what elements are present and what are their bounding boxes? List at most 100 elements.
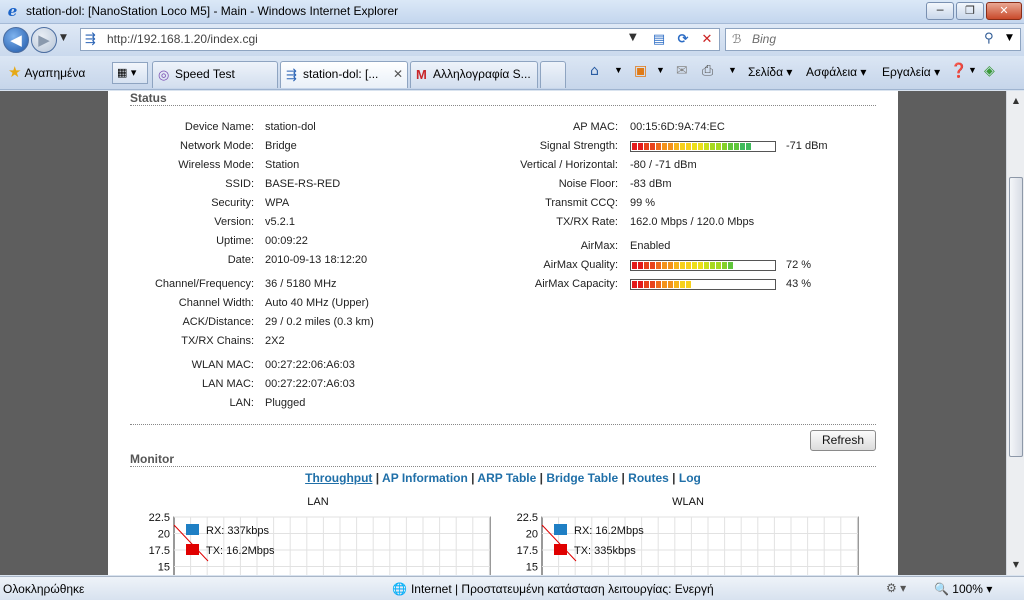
meter-segment (704, 143, 709, 150)
status-label: Network Mode: (180, 140, 254, 152)
print-icon[interactable]: ⎙ (702, 63, 713, 79)
feeds-icon[interactable]: ▣ (634, 63, 647, 79)
status-value: Station (265, 159, 300, 171)
legend-label: TX: 335kbps (574, 545, 636, 557)
status-value: BASE-RS-RED (265, 178, 341, 190)
scroll-down-icon[interactable]: ▼ (1008, 557, 1024, 573)
monitor-link-throughput[interactable]: Throughput (305, 471, 372, 485)
wlan-chart-title: WLAN (672, 496, 704, 508)
status-label: AirMax: (580, 240, 618, 252)
search-provider-icon: ℬ (732, 32, 742, 46)
status-value: Bridge (265, 140, 297, 152)
help-icon[interactable]: ❓ (950, 63, 967, 79)
protected-mode-icon[interactable]: ⚙ ▾ (886, 581, 906, 595)
status-value: -83 dBm (630, 178, 672, 190)
search-icon[interactable]: ⚲ (984, 31, 994, 46)
meter-segment (668, 281, 673, 288)
refresh-button[interactable]: Refresh (810, 430, 876, 451)
search-box[interactable]: ℬ Bing ⚲ ▼ (725, 28, 1021, 51)
meter-segment (746, 143, 751, 150)
status-value: 2010-09-13 18:12:20 (265, 254, 368, 266)
home-dropdown-icon[interactable]: ▼ (614, 65, 623, 75)
status-label: WLAN MAC: (191, 359, 254, 371)
tab-speed-test[interactable]: ◎ Speed Test (152, 61, 278, 88)
maximize-button[interactable]: ❐ (956, 2, 984, 20)
compatibility-view-icon[interactable]: ▤ (649, 32, 669, 48)
status-label: Security: (211, 197, 254, 209)
address-url[interactable]: http://192.168.1.20/index.cgi (107, 32, 258, 46)
zoom-control[interactable]: 🔍 100% ▾ (934, 582, 992, 596)
scroll-up-icon[interactable]: ▲ (1008, 93, 1024, 109)
forward-button[interactable]: ▶ (31, 27, 57, 53)
minimize-button[interactable]: ─ (926, 2, 954, 20)
research-icon[interactable]: ◈ (984, 63, 995, 79)
monitor-link-ap-information[interactable]: AP Information (382, 471, 468, 485)
meter-segment (668, 262, 673, 269)
close-button[interactable]: ✕ (986, 2, 1022, 20)
refresh-icon[interactable]: ⟳ (673, 32, 693, 48)
page-menu-label: Σελίδα (748, 65, 784, 79)
meter-segment (674, 281, 679, 288)
page-menu[interactable]: Σελίδα ▾ (748, 65, 792, 79)
back-button[interactable]: ◀ (3, 27, 29, 53)
security-zone[interactable]: 🌐 Internet | Προστατευμένη κατάσταση λειτ… (392, 582, 714, 596)
legend-swatch (554, 544, 567, 555)
stop-icon[interactable]: ✕ (697, 32, 717, 48)
page-icon: ⇶ (85, 32, 96, 47)
meter-segment (674, 143, 679, 150)
print-dropdown-icon[interactable]: ▼ (728, 65, 737, 75)
zoom-level: 100% (952, 582, 983, 596)
status-value: 00:09:22 (265, 235, 308, 247)
favorites-button[interactable]: ★ Αγαπημένα (4, 62, 89, 84)
status-value: 99 % (630, 197, 656, 209)
meter-segment (662, 143, 667, 150)
vertical-scrollbar[interactable]: ▲ ▼ (1006, 91, 1024, 575)
meter-segment (716, 262, 721, 269)
search-input[interactable]: Bing (752, 32, 776, 46)
monitor-link-bridge-table[interactable]: Bridge Table (546, 471, 618, 485)
new-tab-button[interactable] (540, 61, 566, 88)
monitor-link-arp-table[interactable]: ARP Table (477, 471, 536, 485)
meter-segment (674, 262, 679, 269)
address-bar[interactable]: ⇶ http://192.168.1.20/index.cgi ▼ ▤ ⟳ ✕ (80, 28, 720, 51)
speedtest-favicon-icon: ◎ (158, 67, 170, 82)
tools-menu[interactable]: Εργαλεία ▾ (882, 65, 940, 79)
address-dropdown-icon[interactable]: ▼ (629, 32, 637, 43)
status-value: WPA (265, 197, 290, 209)
status-label: Noise Floor: (558, 178, 618, 190)
monitor-link-routes[interactable]: Routes (628, 471, 669, 485)
title-bar: e station-dol: [NanoStation Loco M5] - M… (0, 0, 1024, 24)
status-value: 2X2 (265, 335, 285, 347)
status-divider (130, 105, 876, 106)
recent-pages-dropdown-icon[interactable]: ▼ (60, 33, 67, 43)
read-mail-icon[interactable]: ✉ (676, 63, 688, 79)
home-icon[interactable]: ⌂ (590, 63, 599, 79)
meter-segment (680, 143, 685, 150)
y-tick-label: 15 (158, 562, 170, 574)
scrollbar-thumb[interactable] (1009, 177, 1023, 457)
y-tick-label: 15 (526, 562, 538, 574)
tab-mail[interactable]: M Αλληλογραφία S... (410, 61, 538, 88)
meter-segment (704, 262, 709, 269)
status-value: -80 / -71 dBm (630, 159, 697, 171)
search-options-dropdown-icon[interactable]: ▼ (1006, 33, 1013, 43)
link-separator: | (668, 471, 679, 485)
y-tick-label: 17.5 (517, 545, 538, 557)
status-value: 29 / 0.2 miles (0.3 km) (265, 316, 374, 328)
monitor-section-title: Monitor (130, 452, 174, 466)
help-dropdown-icon[interactable]: ▼ (968, 65, 977, 75)
legend-label: RX: 16.2Mbps (574, 525, 644, 537)
close-tab-icon[interactable]: ✕ (393, 62, 403, 87)
status-bottom-divider (130, 424, 876, 425)
y-tick-label: 20 (526, 529, 538, 541)
status-value: 162.0 Mbps / 120.0 Mbps (630, 216, 755, 228)
meter-segment (692, 143, 697, 150)
monitor-link-log[interactable]: Log (679, 471, 701, 485)
status-text: Ολοκληρώθηκε (3, 582, 85, 596)
tab-station-dol[interactable]: ⇶ station-dol: [... ✕ (280, 61, 408, 88)
meter-segment (662, 262, 667, 269)
meter-segment (650, 143, 655, 150)
feeds-dropdown-icon[interactable]: ▼ (656, 65, 665, 75)
quick-tabs-button[interactable]: ▦ ▾ (112, 62, 148, 84)
safety-menu[interactable]: Ασφάλεια ▾ (806, 65, 866, 79)
